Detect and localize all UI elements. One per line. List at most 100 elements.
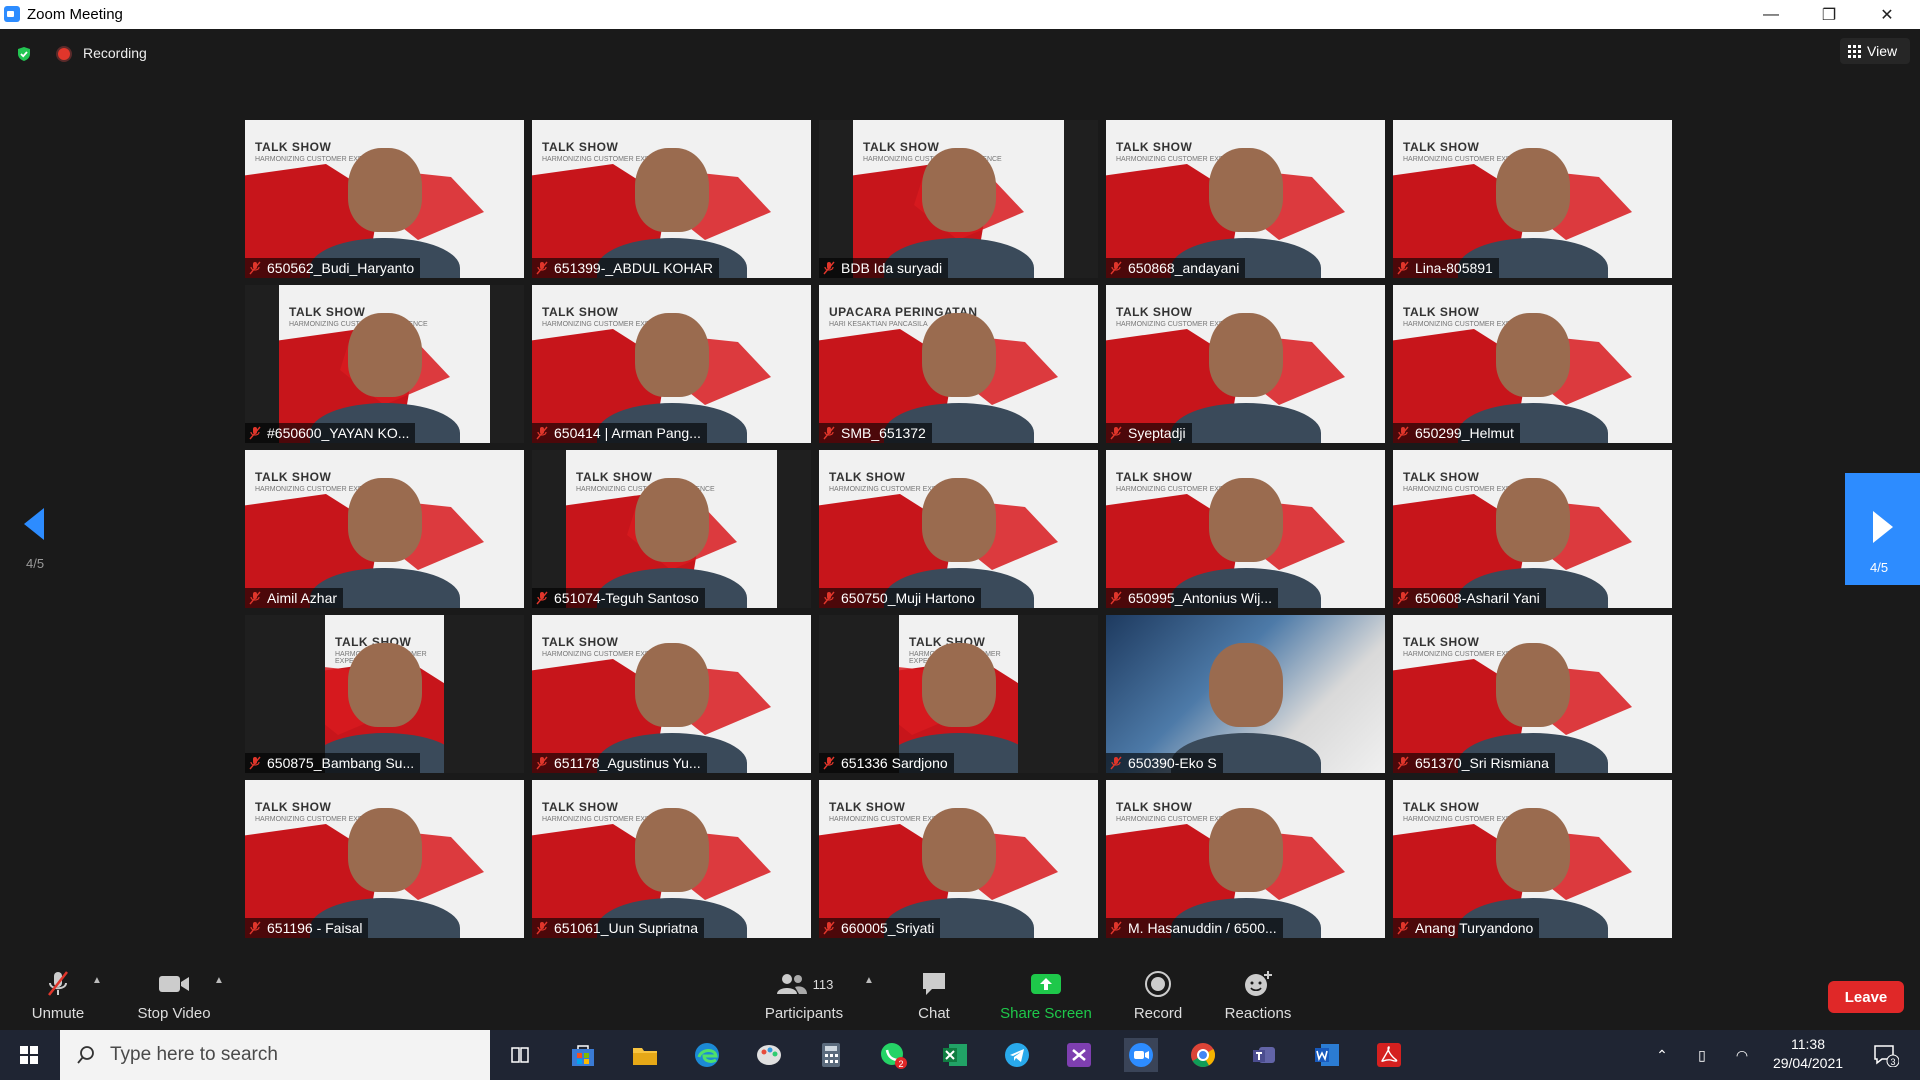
- participant-name-bar: BDB Ida suryadi: [819, 258, 949, 278]
- edge-browser-icon[interactable]: [690, 1038, 724, 1072]
- record-button[interactable]: Record: [1128, 957, 1188, 1030]
- page-indicator-left: 4/5: [26, 556, 45, 571]
- visual-studio-icon[interactable]: [1062, 1038, 1096, 1072]
- participant-name: 650562_Budi_Haryanto: [267, 260, 415, 276]
- video-options-caret-icon[interactable]: ▲: [214, 975, 224, 986]
- leave-button[interactable]: Leave: [1828, 981, 1904, 1013]
- backdrop-title: TALK SHOW: [542, 635, 619, 649]
- backdrop-title: TALK SHOW: [1116, 140, 1193, 154]
- participant-video-tile[interactable]: TALK SHOWHARMONIZING CUSTOMER EXPERIENCE…: [819, 120, 1098, 278]
- system-clock[interactable]: 11:38 29/04/2021: [1768, 1035, 1848, 1073]
- participants-options-caret-icon[interactable]: ▲: [864, 975, 874, 986]
- participant-video-tile[interactable]: TALK SHOWHARMONIZING CUSTOMER EXPERIENCE…: [245, 450, 524, 608]
- participant-name: 650608-Asharil Yani: [1415, 590, 1540, 606]
- recording-status[interactable]: Recording: [83, 45, 147, 61]
- backdrop-title: TALK SHOW: [1116, 800, 1193, 814]
- view-button[interactable]: View: [1840, 38, 1910, 64]
- participant-video-tile[interactable]: TALK SHOWHARMONIZING CUSTOMER EXPERIENCE…: [1106, 450, 1385, 608]
- zoom-taskbar-icon[interactable]: [1124, 1038, 1158, 1072]
- previous-page-button[interactable]: 4/5: [18, 508, 58, 578]
- participant-video-tile[interactable]: TALK SHOWHARMONIZING CUSTOMER EXPERIENCE…: [1393, 615, 1672, 773]
- video-feed: TALK SHOWHARMONIZING CUSTOMER EXPERIENCE: [245, 450, 524, 608]
- participant-video-tile[interactable]: TALK SHOWHARMONIZING CUSTOMER EXPERIENCE…: [532, 615, 811, 773]
- participant-video-tile[interactable]: TALK SHOWHARMONIZING CUSTOMER EXPERIENCE…: [245, 120, 524, 278]
- notifications-button[interactable]: 3: [1866, 1030, 1906, 1080]
- muted-mic-icon: [536, 261, 548, 275]
- restore-button[interactable]: ❐: [1800, 0, 1858, 29]
- stop-video-button[interactable]: Stop Video: [132, 957, 216, 1030]
- chat-button[interactable]: Chat: [904, 957, 964, 1030]
- participant-video-tile[interactable]: 650390-Eko S: [1106, 615, 1385, 773]
- windows-logo-icon: [20, 1046, 38, 1064]
- device-tray-icon[interactable]: ▯: [1690, 1030, 1714, 1080]
- chrome-icon[interactable]: [1186, 1038, 1220, 1072]
- participant-face: [347, 148, 422, 233]
- encryption-shield-icon[interactable]: [16, 46, 32, 62]
- audio-options-caret-icon[interactable]: ▲: [92, 975, 102, 986]
- video-feed: TALK SHOWHARMONIZING CUSTOMER EXPERIENCE: [1106, 285, 1385, 443]
- muted-mic-icon: [1110, 591, 1122, 605]
- participant-name-bar: 650868_andayani: [1106, 258, 1246, 278]
- participant-video-tile[interactable]: TALK SHOWHARMONIZING CUSTOMER EXPERIENCE…: [532, 120, 811, 278]
- participant-face: [347, 808, 422, 893]
- zoom-app-icon: [4, 6, 20, 22]
- participant-video-tile[interactable]: TALK SHOWHARMONIZING CUSTOMER EXPERIENCE…: [1393, 450, 1672, 608]
- participant-name: 660005_Sriyati: [841, 920, 935, 936]
- minimize-button[interactable]: —: [1742, 0, 1800, 29]
- participant-video-tile[interactable]: TALK SHOWHARMONIZING CUSTOMER EXPERIENCE…: [245, 615, 524, 773]
- participant-name: 650868_andayani: [1128, 260, 1240, 276]
- acrobat-reader-icon[interactable]: [1372, 1038, 1406, 1072]
- next-page-button[interactable]: 4/5: [1845, 473, 1920, 585]
- participant-video-tile[interactable]: TALK SHOWHARMONIZING CUSTOMER EXPERIENCE…: [1106, 285, 1385, 443]
- grid-view-icon: [1848, 44, 1861, 58]
- video-camera-icon: [158, 969, 190, 999]
- muted-mic-icon: [1397, 426, 1409, 440]
- participant-video-tile[interactable]: TALK SHOWHARMONIZING CUSTOMER EXPERIENCE…: [245, 285, 524, 443]
- backdrop-title: TALK SHOW: [829, 800, 906, 814]
- participant-video-tile[interactable]: TALK SHOWHARMONIZING CUSTOMER EXPERIENCE…: [245, 780, 524, 938]
- store-icon[interactable]: [566, 1038, 600, 1072]
- show-hidden-icons-chevron-icon[interactable]: ⌃: [1650, 1030, 1674, 1080]
- participant-video-tile[interactable]: TALK SHOWHARMONIZING CUSTOMER EXPERIENCE…: [532, 780, 811, 938]
- teams-icon[interactable]: [1248, 1038, 1282, 1072]
- participants-button[interactable]: 113 Participants: [755, 957, 853, 1030]
- participant-video-tile[interactable]: TALK SHOWHARMONIZING CUSTOMER EXPERIENCE…: [1393, 120, 1672, 278]
- participant-face: [634, 808, 709, 893]
- task-view-icon[interactable]: [503, 1038, 537, 1072]
- participant-name-bar: 650608-Asharil Yani: [1393, 588, 1546, 608]
- video-feed: TALK SHOWHARMONIZING CUSTOMER EXPERIENCE: [899, 615, 1018, 773]
- participant-video-tile[interactable]: TALK SHOWHARMONIZING CUSTOMER EXPERIENCE…: [1393, 285, 1672, 443]
- telegram-icon[interactable]: [1000, 1038, 1034, 1072]
- excel-icon[interactable]: [938, 1038, 972, 1072]
- paint-app-icon[interactable]: [752, 1038, 786, 1072]
- calculator-icon[interactable]: [814, 1038, 848, 1072]
- video-feed: TALK SHOWHARMONIZING CUSTOMER EXPERIENCE: [819, 450, 1098, 608]
- participant-video-tile[interactable]: TALK SHOWHARMONIZING CUSTOMER EXPERIENCE…: [532, 450, 811, 608]
- participant-video-tile[interactable]: TALK SHOWHARMONIZING CUSTOMER EXPERIENCE…: [532, 285, 811, 443]
- participant-face: [1208, 808, 1283, 893]
- file-explorer-icon[interactable]: [628, 1038, 662, 1072]
- word-icon[interactable]: [1310, 1038, 1344, 1072]
- start-button[interactable]: [0, 1030, 58, 1080]
- participant-video-tile[interactable]: TALK SHOWHARMONIZING CUSTOMER EXPERIENCE…: [819, 450, 1098, 608]
- share-screen-button[interactable]: Share Screen: [996, 957, 1096, 1030]
- participant-video-tile[interactable]: TALK SHOWHARMONIZING CUSTOMER EXPERIENCE…: [819, 615, 1098, 773]
- taskbar-search-box[interactable]: Type here to search: [60, 1030, 490, 1080]
- whatsapp-icon[interactable]: 2: [876, 1038, 910, 1072]
- participant-name-bar: 660005_Sriyati: [819, 918, 941, 938]
- participant-video-tile[interactable]: TALK SHOWHARMONIZING CUSTOMER EXPERIENCE…: [819, 780, 1098, 938]
- participant-video-tile[interactable]: TALK SHOWHARMONIZING CUSTOMER EXPERIENCE…: [1106, 780, 1385, 938]
- muted-mic-icon: [1110, 261, 1122, 275]
- participant-video-tile[interactable]: UPACARA PERINGATAN HARI KESAKTIAN PANCASI…: [819, 285, 1098, 443]
- unmute-button[interactable]: Unmute: [22, 957, 94, 1030]
- participant-video-tile[interactable]: TALK SHOWHARMONIZING CUSTOMER EXPERIENCE…: [1106, 120, 1385, 278]
- muted-mic-icon: [823, 591, 835, 605]
- participant-video-tile[interactable]: TALK SHOWHARMONIZING CUSTOMER EXPERIENCE…: [1393, 780, 1672, 938]
- reactions-button[interactable]: Reactions: [1220, 957, 1296, 1030]
- muted-mic-icon: [536, 921, 548, 935]
- wifi-icon[interactable]: ◠: [1730, 1030, 1754, 1080]
- close-button[interactable]: ✕: [1858, 0, 1916, 29]
- participant-face: [634, 478, 709, 563]
- participant-name: BDB Ida suryadi: [841, 260, 943, 276]
- participant-name: 651061_Uun Supriatna: [554, 920, 699, 936]
